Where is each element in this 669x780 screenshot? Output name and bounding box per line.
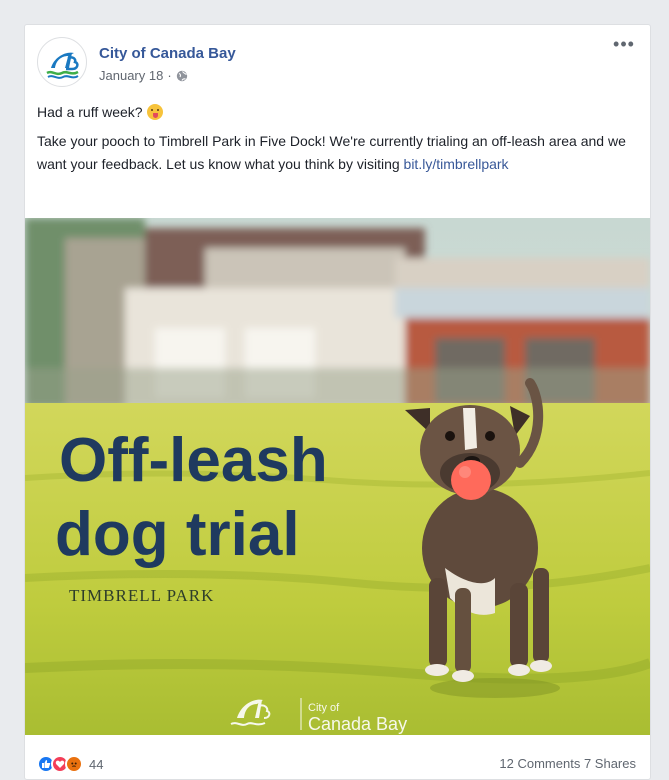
post-line-1: Had a ruff week? xyxy=(37,101,634,124)
post-greeting: Had a ruff week? xyxy=(37,104,143,120)
canada-bay-logo-icon xyxy=(46,52,79,79)
post-photo[interactable]: Off-leash dog trial TIMBRELL PARK City o… xyxy=(25,218,650,735)
subtitle-text: TIMBRELL PARK xyxy=(69,586,214,605)
timbrell-park-link[interactable]: bit.ly/timbrellpark xyxy=(404,156,509,172)
engagement-stats: 12 Comments 7 Shares xyxy=(499,756,636,771)
post-line-2: Take your pooch to Timbrell Park in Five… xyxy=(37,130,634,176)
logo-city-text: City of xyxy=(308,702,340,714)
angry-reaction-icon xyxy=(65,755,83,773)
headline-line-1: Off-leash xyxy=(59,426,328,495)
reactions-summary[interactable]: 44 xyxy=(37,755,103,773)
comments-count-link[interactable]: 12 Comments xyxy=(499,756,580,771)
shares-count-link[interactable]: 7 Shares xyxy=(584,756,636,771)
post-date[interactable]: January 18 xyxy=(99,68,163,83)
post-meta: January 18 · xyxy=(99,68,188,83)
dog-photo-illustration: Off-leash dog trial TIMBRELL PARK City o… xyxy=(25,218,650,735)
more-options-button[interactable]: ••• xyxy=(612,35,636,57)
headline-line-2: dog trial xyxy=(55,500,300,569)
page-name-link[interactable]: City of Canada Bay xyxy=(99,45,236,62)
logo-name-text: Canada Bay xyxy=(308,714,407,734)
post-header: City of Canada Bay January 18 · ••• xyxy=(37,35,638,93)
post-body: Take your pooch to Timbrell Park in Five… xyxy=(37,133,626,172)
page-avatar[interactable] xyxy=(37,37,87,87)
winking-tongue-emoji-icon xyxy=(146,104,163,120)
globe-icon[interactable] xyxy=(176,70,188,82)
reactions-count[interactable]: 44 xyxy=(89,757,103,772)
post-footer: 44 12 Comments 7 Shares xyxy=(37,753,638,775)
date-separator: · xyxy=(167,68,172,83)
post-text: Had a ruff week? Take your pooch to Timb… xyxy=(37,101,634,182)
post-card: City of Canada Bay January 18 · ••• Had … xyxy=(24,24,651,780)
